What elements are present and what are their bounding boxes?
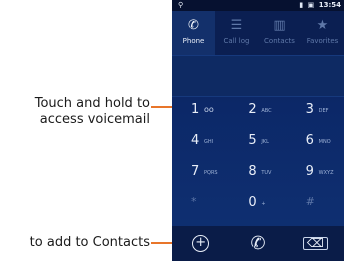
key-7[interactable]: 7 PQRS bbox=[172, 157, 229, 188]
tab-contacts-label: Contacts bbox=[264, 37, 295, 45]
key-9[interactable]: 9 WXYZ bbox=[287, 157, 344, 188]
contacts-callout: to add to Contacts bbox=[29, 235, 150, 250]
keypad-row: 1 oo 2 ABC 3 DEF bbox=[172, 95, 344, 126]
tab-bar: ✆ Phone ☰ Call log ▥ Contacts ★ Favorite… bbox=[172, 11, 344, 55]
key-digit: * bbox=[191, 195, 197, 208]
usb-icon: ⚲ bbox=[178, 1, 184, 9]
key-letters: WXYZ bbox=[318, 170, 334, 176]
key-5[interactable]: 5 JKL bbox=[229, 126, 286, 157]
key-letters: TUV bbox=[261, 170, 272, 176]
voicemail-callout-line2: access voicemail bbox=[39, 112, 150, 127]
key-digit: 1 bbox=[191, 102, 200, 117]
key-2[interactable]: 2 ABC bbox=[229, 95, 286, 126]
tab-call-log-label: Call log bbox=[223, 37, 250, 45]
key-digit: 9 bbox=[305, 164, 314, 179]
key-letters: GHI bbox=[204, 139, 214, 145]
backspace-icon: ⌫ bbox=[302, 237, 328, 250]
key-digit: 0 bbox=[248, 195, 257, 210]
dialer-action-bar: + ✆ ⌫ bbox=[172, 226, 344, 261]
key-letters: DEF bbox=[318, 108, 329, 114]
status-right: ▮ ▣ 13:54 bbox=[299, 1, 341, 9]
tab-phone-label: Phone bbox=[182, 37, 205, 45]
key-digit: 7 bbox=[191, 164, 200, 179]
key-digit: 5 bbox=[248, 133, 257, 148]
tab-phone[interactable]: ✆ Phone bbox=[172, 11, 215, 55]
voicemail-callout: Touch and hold to access voicemail bbox=[0, 96, 150, 128]
star-icon: ★ bbox=[316, 18, 329, 33]
call-log-icon: ☰ bbox=[230, 18, 243, 33]
key-3[interactable]: 3 DEF bbox=[287, 95, 344, 126]
call-button[interactable]: ✆ bbox=[229, 226, 286, 261]
backspace-button[interactable]: ⌫ bbox=[287, 226, 344, 261]
tab-call-log[interactable]: ☰ Call log bbox=[215, 11, 258, 55]
tab-favorites[interactable]: ★ Favorites bbox=[301, 11, 344, 55]
tab-favorites-label: Favorites bbox=[306, 37, 339, 45]
dialed-number-field[interactable] bbox=[172, 55, 344, 97]
key-6[interactable]: 6 MNO bbox=[287, 126, 344, 157]
key-letters: MNO bbox=[318, 139, 331, 145]
keypad-row: 4 GHI 5 JKL 6 MNO bbox=[172, 126, 344, 157]
dialer-screen: ⚲ ▮ ▣ 13:54 ✆ Phone ☰ Call log ▥ Contact… bbox=[172, 0, 344, 261]
key-digit: 8 bbox=[248, 164, 257, 179]
key-star[interactable]: * bbox=[172, 188, 229, 219]
add-contact-button[interactable]: + bbox=[172, 226, 229, 261]
call-icon: ✆ bbox=[250, 233, 266, 254]
status-time: 13:54 bbox=[318, 1, 341, 9]
battery-icon: ▣ bbox=[307, 1, 315, 9]
voicemail-icon: oo bbox=[204, 105, 214, 114]
voicemail-callout-line1: Touch and hold to bbox=[34, 96, 150, 111]
key-digit: 4 bbox=[191, 133, 200, 148]
key-letters: PQRS bbox=[204, 170, 218, 176]
key-digit: 6 bbox=[305, 133, 314, 148]
key-4[interactable]: 4 GHI bbox=[172, 126, 229, 157]
key-digit: 3 bbox=[305, 102, 314, 117]
key-1[interactable]: 1 oo bbox=[172, 95, 229, 126]
contacts-icon: ▥ bbox=[273, 18, 286, 33]
key-letters: ABC bbox=[261, 108, 272, 114]
add-contact-icon: + bbox=[192, 235, 210, 252]
key-hash[interactable]: # bbox=[287, 188, 344, 219]
key-letters: + bbox=[261, 201, 266, 207]
keypad-row: * 0 + # bbox=[172, 188, 344, 219]
key-0[interactable]: 0 + bbox=[229, 188, 286, 219]
key-digit: # bbox=[305, 195, 315, 208]
tab-contacts[interactable]: ▥ Contacts bbox=[258, 11, 301, 55]
status-bar: ⚲ ▮ ▣ 13:54 bbox=[172, 0, 344, 11]
signal-icon: ▮ bbox=[299, 1, 304, 9]
keypad-row: 7 PQRS 8 TUV 9 WXYZ bbox=[172, 157, 344, 188]
key-digit: 2 bbox=[248, 102, 257, 117]
key-8[interactable]: 8 TUV bbox=[229, 157, 286, 188]
key-letters: JKL bbox=[261, 139, 269, 145]
phone-icon: ✆ bbox=[188, 18, 199, 33]
